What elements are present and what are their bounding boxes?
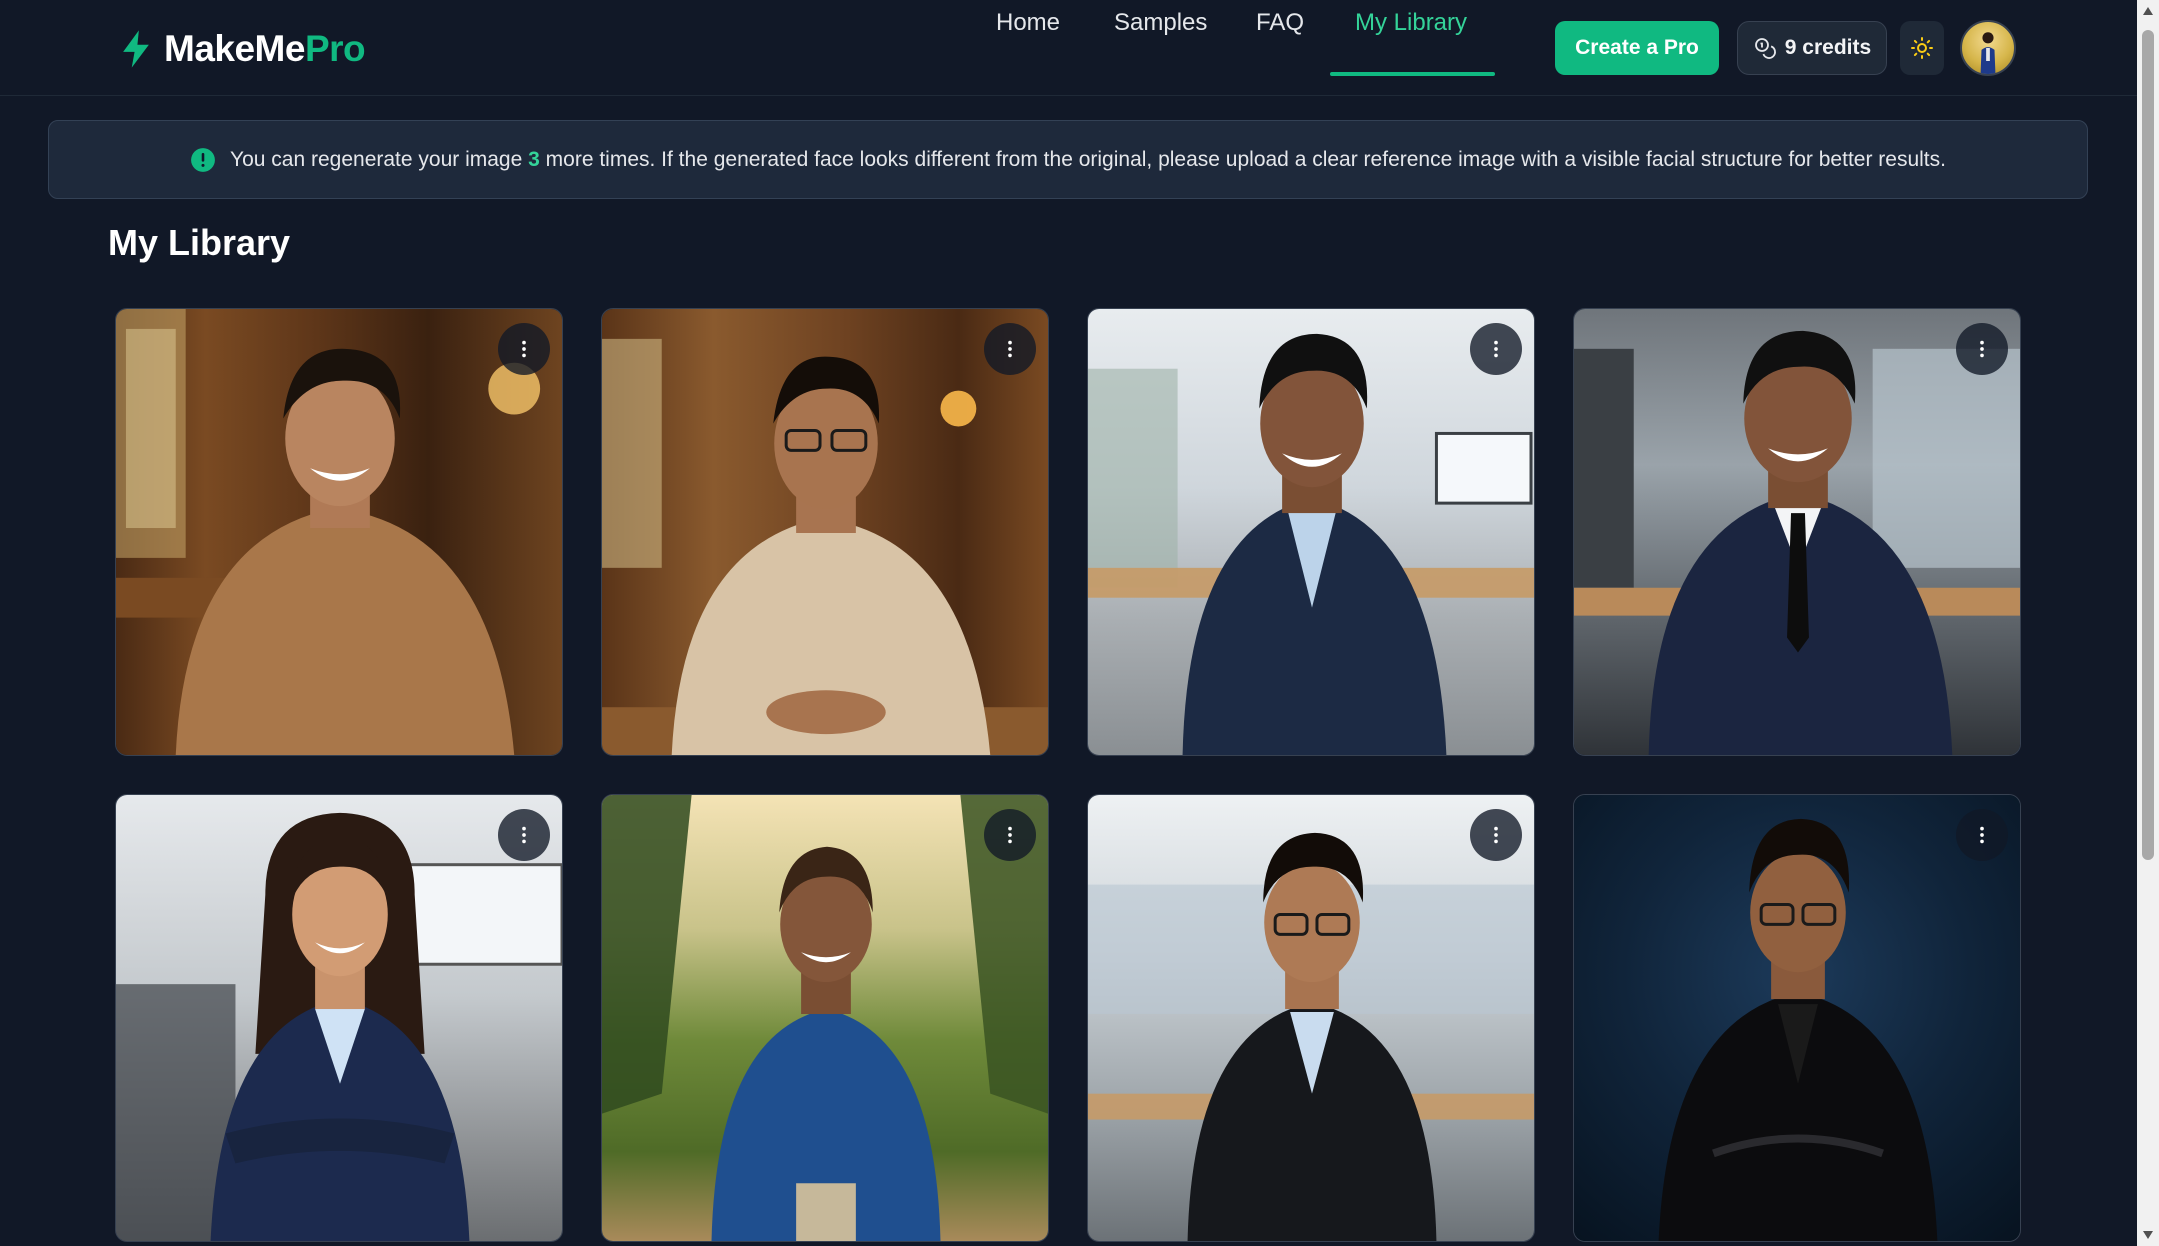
page-title: My Library: [108, 222, 291, 263]
generated-portrait-image: [116, 309, 562, 755]
sun-icon: [1911, 37, 1933, 59]
credits-button[interactable]: 9 credits: [1737, 21, 1887, 75]
generated-portrait-image: [1088, 795, 1534, 1241]
credits-label: 9 credits: [1784, 36, 1872, 59]
banner-text: You can regenerate your image 3 more tim…: [230, 147, 1946, 171]
nav-samples[interactable]: Samples: [1114, 0, 1207, 46]
library-image-card[interactable]: [115, 308, 563, 756]
brand-name: MakeMePro: [164, 28, 366, 69]
generated-portrait-image: [602, 795, 1048, 1241]
library-image-card[interactable]: [115, 794, 563, 1242]
top-navbar: MakeMePro Home Samples FAQ My Library Cr…: [0, 0, 2137, 96]
coins-icon: [1754, 38, 1776, 59]
avatar-person-icon: [1980, 32, 1996, 74]
more-vertical-icon: [1494, 826, 1498, 844]
page-scrollbar[interactable]: [2137, 0, 2159, 1246]
theme-toggle-button[interactable]: [1900, 21, 1944, 75]
lightning-bolt-icon: [123, 30, 149, 68]
regenerate-count: 3: [528, 147, 540, 171]
image-options-button[interactable]: [498, 323, 550, 375]
scroll-up-arrow-icon[interactable]: [2137, 2, 2159, 20]
more-vertical-icon: [1494, 340, 1498, 358]
regeneration-notice-banner: You can regenerate your image 3 more tim…: [48, 120, 2088, 199]
more-vertical-icon: [522, 340, 526, 358]
library-image-card[interactable]: [1573, 794, 2021, 1242]
more-vertical-icon: [522, 826, 526, 844]
library-image-card[interactable]: [601, 794, 1049, 1242]
nav-faq[interactable]: FAQ: [1256, 0, 1304, 46]
library-image-card[interactable]: [1573, 308, 2021, 756]
scroll-down-arrow-icon[interactable]: [2137, 1226, 2159, 1244]
more-vertical-icon: [1008, 826, 1012, 844]
generated-portrait-image: [602, 309, 1048, 755]
nav-home[interactable]: Home: [996, 0, 1060, 46]
more-vertical-icon: [1980, 826, 1984, 844]
image-options-button[interactable]: [984, 809, 1036, 861]
more-vertical-icon: [1980, 340, 1984, 358]
generated-portrait-image: [1574, 309, 2020, 755]
brand-logo[interactable]: MakeMePro: [118, 26, 366, 72]
image-options-button[interactable]: [1470, 323, 1522, 375]
scrollbar-thumb[interactable]: [2142, 30, 2154, 860]
image-options-button[interactable]: [1956, 323, 2008, 375]
image-options-button[interactable]: [1956, 809, 2008, 861]
active-nav-underline: [1330, 72, 1495, 76]
generated-portrait-image: [116, 795, 562, 1241]
more-vertical-icon: [1008, 340, 1012, 358]
image-options-button[interactable]: [498, 809, 550, 861]
create-pro-button[interactable]: Create a Pro: [1555, 21, 1719, 75]
library-image-card[interactable]: [1087, 308, 1535, 756]
nav-my-library[interactable]: My Library: [1355, 0, 1467, 46]
generated-portrait-image: [1574, 795, 2020, 1241]
image-options-button[interactable]: [1470, 809, 1522, 861]
generated-portrait-image: [1088, 309, 1534, 755]
library-image-card[interactable]: [1087, 794, 1535, 1242]
library-image-card[interactable]: [601, 308, 1049, 756]
alert-circle-icon: [190, 147, 216, 173]
user-avatar[interactable]: [1960, 20, 2016, 76]
image-options-button[interactable]: [984, 323, 1036, 375]
